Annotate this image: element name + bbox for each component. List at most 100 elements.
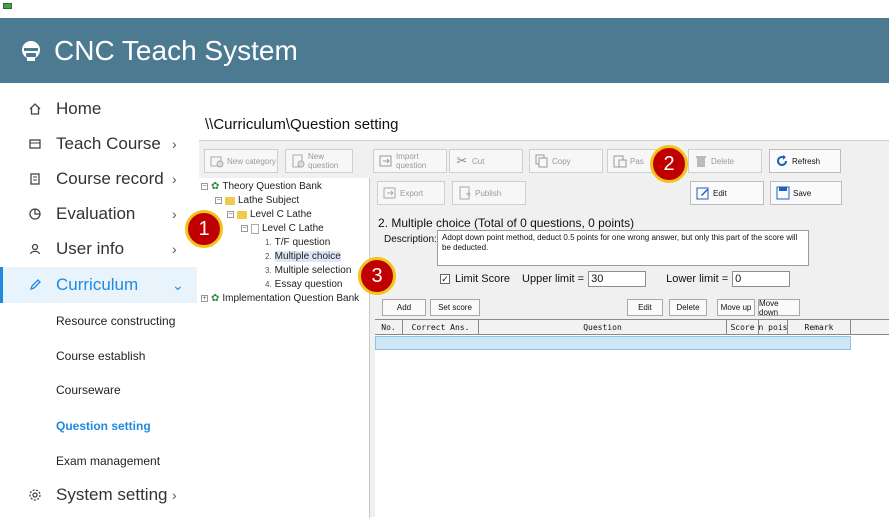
copy-icon — [535, 154, 549, 168]
tree-node-level-c-lathe-child[interactable]: − Level C Lathe — [241, 223, 324, 234]
add-button[interactable]: Add — [382, 299, 426, 316]
sidebar-item-label: System setting — [56, 485, 168, 504]
trash-icon — [694, 154, 708, 168]
move-down-button[interactable]: Move down — [758, 299, 800, 317]
collapse-icon: − — [241, 225, 248, 232]
tree-leaf-essay-question[interactable]: 4. Essay question — [265, 279, 343, 290]
edit-button[interactable]: Edit — [690, 181, 764, 205]
sub-item-question-setting[interactable]: Question setting — [56, 419, 151, 433]
edit-label: Edit — [713, 188, 727, 198]
column-header[interactable]: Score — [727, 320, 759, 335]
export-button[interactable]: Export — [377, 181, 445, 205]
import-icon — [379, 154, 393, 168]
sidebar-item-label: Evaluation — [56, 204, 136, 223]
detail-toolbar: Export Publish Edit Save — [372, 178, 889, 208]
sub-item-course-establish[interactable]: Course establish — [56, 349, 145, 363]
collapse-icon: − — [227, 211, 234, 218]
copy-button[interactable]: Copy — [529, 149, 603, 173]
limit-score-checkbox[interactable]: ✓ — [440, 274, 450, 284]
tree-leaf-label: Essay question — [274, 279, 343, 290]
sidebar-item-curriculum[interactable]: Curriculum ⌄ — [0, 267, 197, 303]
cut-button[interactable]: ✂ Cut — [449, 149, 523, 173]
chef-hat-logo-icon — [18, 38, 44, 64]
home-icon — [26, 100, 44, 118]
publish-button[interactable]: Publish — [452, 181, 526, 205]
tree-leaf-multiple-selection[interactable]: 3. Multiple selection — [265, 265, 351, 276]
question-bank-icon: ✿ — [211, 293, 220, 304]
delete-button[interactable]: Delete — [688, 149, 762, 173]
question-action-bar: Add Set score Edit Delete Move up Move d… — [372, 296, 889, 318]
sub-item-resource-constructing[interactable]: Resource constructing — [56, 314, 175, 328]
sidebar: Home Teach Course › Course record › Eval… — [0, 83, 197, 517]
sidebar-item-label: Home — [56, 99, 102, 118]
tree-leaf-label: Multiple selection — [274, 265, 352, 276]
chevron-right-icon: › — [172, 241, 177, 257]
chevron-right-icon: › — [172, 206, 177, 222]
tree-node-theory-question-bank[interactable]: − ✿ Theory Question Bank — [201, 181, 322, 192]
sidebar-item-teach-course[interactable]: Teach Course › — [0, 127, 197, 161]
column-header[interactable]: Correct Ans. — [403, 320, 479, 335]
tree-node-label: Level C Lathe — [262, 223, 324, 234]
new-category-icon — [210, 154, 224, 168]
refresh-button[interactable]: Refresh — [769, 149, 841, 173]
tree-node-implementation-question-bank[interactable]: + ✿ Implementation Question Bank — [201, 293, 359, 304]
new-question-icon — [291, 154, 305, 168]
column-header[interactable]: Remark — [788, 320, 851, 335]
edit-question-button[interactable]: Edit — [627, 299, 663, 316]
lower-limit-input[interactable]: 0 — [732, 271, 791, 287]
import-question-button[interactable]: Import question — [373, 149, 447, 173]
set-score-button[interactable]: Set score — [430, 299, 480, 316]
scissors-icon: ✂ — [456, 153, 468, 168]
tree-leaf-number: 2. — [265, 252, 272, 261]
upper-limit-input[interactable]: 30 — [588, 271, 647, 287]
expand-icon: + — [201, 295, 208, 302]
paste-label: Pas — [630, 156, 644, 166]
folder-icon — [225, 196, 235, 205]
move-up-button[interactable]: Move up — [717, 299, 755, 316]
tree-node-level-c-lathe[interactable]: − Level C Lathe — [227, 209, 312, 220]
description-field[interactable]: Adopt down point method, deduct 0.5 poin… — [437, 230, 809, 266]
chevron-right-icon: › — [172, 487, 177, 503]
column-header[interactable]: Question — [479, 320, 727, 335]
tree-leaf-number: 3. — [265, 266, 272, 275]
delete-question-button[interactable]: Delete — [669, 299, 707, 316]
pencil-icon — [26, 276, 44, 294]
delete-label: Delete — [711, 156, 735, 166]
column-header[interactable]: n pois — [759, 320, 788, 335]
new-question-button[interactable]: New question — [285, 149, 353, 173]
column-header[interactable]: No. — [375, 320, 403, 335]
sidebar-item-label: Curriculum — [56, 275, 139, 294]
sidebar-item-course-record[interactable]: Course record › — [0, 162, 197, 196]
chevron-right-icon: › — [172, 136, 177, 152]
sidebar-item-user-info[interactable]: User info › — [0, 232, 197, 266]
sidebar-item-evaluation[interactable]: Evaluation › — [0, 197, 197, 231]
new-question-label: New question — [308, 152, 339, 170]
app-mini-icon — [3, 3, 12, 9]
gear-icon — [26, 486, 44, 504]
refresh-label: Refresh — [792, 156, 821, 166]
tree-leaf-tf-question[interactable]: 1. T/F question — [265, 237, 330, 248]
sidebar-item-home[interactable]: Home — [0, 92, 197, 126]
paste-icon — [613, 154, 627, 168]
app-header: CNC Teach System — [0, 18, 889, 83]
sidebar-item-system-setting[interactable]: System setting › — [0, 478, 197, 512]
sub-item-courseware[interactable]: Courseware — [56, 383, 121, 397]
save-button[interactable]: Save — [770, 181, 842, 205]
sub-item-exam-management[interactable]: Exam management — [56, 454, 160, 468]
save-label: Save — [793, 188, 812, 198]
question-table: No. Correct Ans. Question Score n pois R… — [375, 319, 889, 518]
tree-node-label: Level C Lathe — [250, 209, 312, 220]
upper-limit-label: Upper limit = — [522, 273, 585, 285]
tree-node-lathe-subject[interactable]: − Lathe Subject — [215, 195, 299, 206]
table-row[interactable] — [375, 336, 851, 350]
export-label: Export — [400, 188, 424, 198]
user-icon — [26, 240, 44, 258]
callout-badge-2: 2 — [650, 145, 688, 183]
tree-leaf-multiple-choice[interactable]: 2. Multiple choice — [265, 251, 341, 262]
description-label: Description: — [384, 234, 437, 245]
limit-score-label: Limit Score — [455, 273, 511, 285]
tree-node-label: Implementation Question Bank — [222, 293, 360, 304]
tree-node-label: Theory Question Bank — [222, 181, 322, 192]
question-bank-tree: − ✿ Theory Question Bank − Lathe Subject… — [199, 178, 370, 518]
new-category-button[interactable]: New category — [204, 149, 278, 173]
